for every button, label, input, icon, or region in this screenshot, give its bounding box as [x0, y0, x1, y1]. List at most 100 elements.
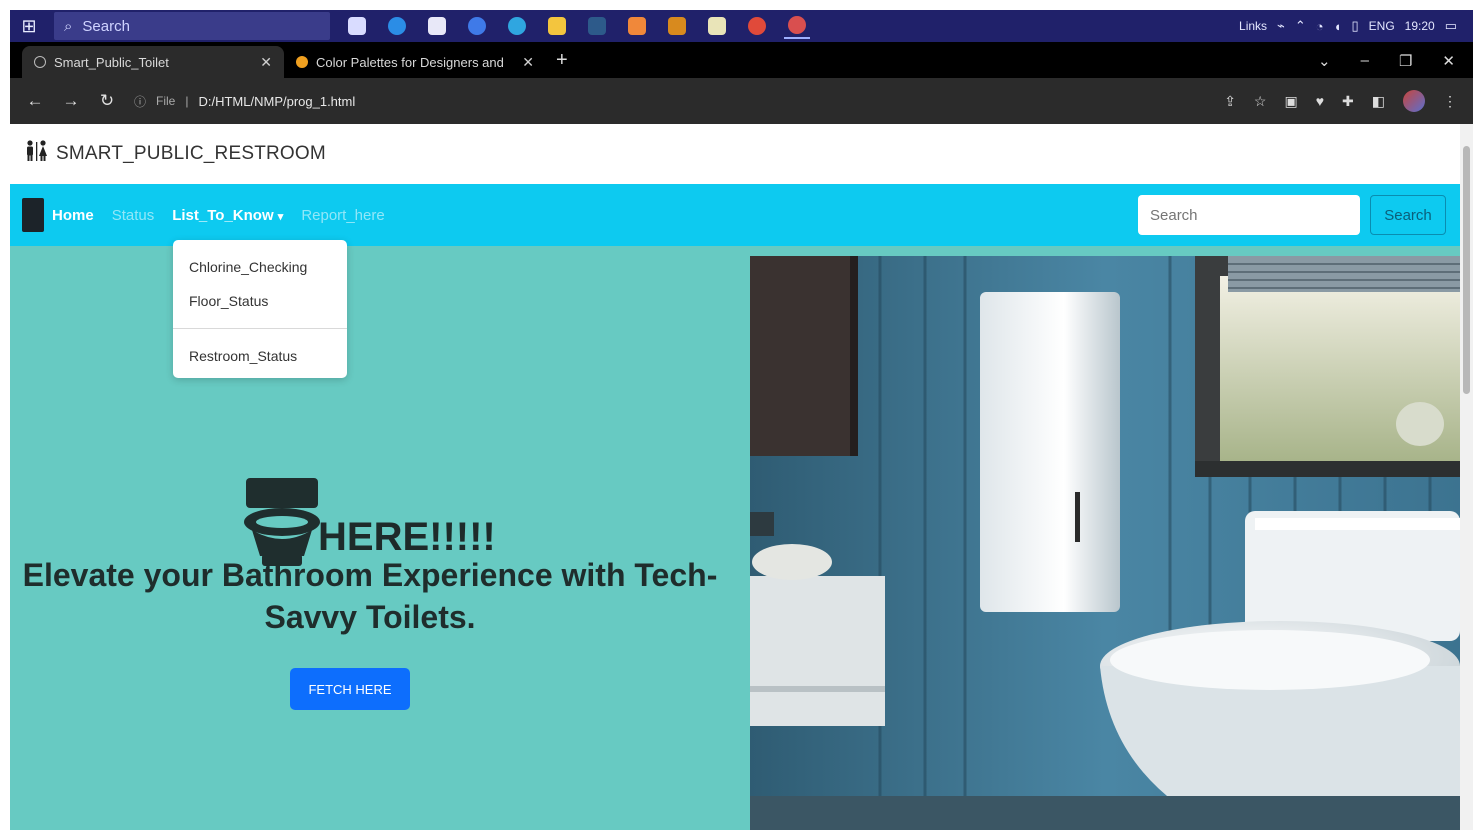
app-yellow-icon-glyph	[668, 17, 686, 35]
shield-icon[interactable]: ♥	[1316, 93, 1324, 109]
search-input[interactable]	[1138, 195, 1360, 235]
web-page: SMART_PUBLIC_RESTROOM Home Status List_T…	[10, 124, 1460, 830]
scrollbar-thumb[interactable]	[1463, 146, 1470, 394]
hero-tagline: Elevate your Bathroom Experience with Te…	[22, 557, 718, 635]
tab-color-palettes[interactable]: Color Palettes for Designers and ✕	[284, 46, 546, 78]
notepad-icon-glyph	[708, 17, 726, 35]
nav-search-form: Search	[1138, 195, 1460, 235]
system-tray: Links ⌁ ⌃ ◔ ◖ ▯ ENG 19:20 ▭	[1239, 18, 1473, 34]
notepad-icon[interactable]	[704, 13, 730, 39]
taskbar-search[interactable]: ⌕ Search	[54, 12, 330, 40]
search-icon: ⌕	[64, 17, 73, 35]
page-scrollbar[interactable]	[1460, 124, 1473, 830]
app-blue-icon-glyph	[468, 17, 486, 35]
battery-icon[interactable]: ▯	[1352, 18, 1359, 34]
minimize-icon[interactable]: –	[1361, 52, 1369, 70]
edge-icon-glyph	[388, 17, 406, 35]
restroom-icon	[24, 140, 50, 168]
app-orange-icon-glyph	[628, 17, 646, 35]
window-controls: ⌄ – ❐ ✕	[1318, 52, 1473, 78]
browser-toolbar-right: ⇪ ☆ ▣ ♥ ✚ ◧ ⋮	[1224, 90, 1473, 112]
app-teal-icon[interactable]	[504, 13, 530, 39]
reload-icon[interactable]: ↻	[98, 91, 116, 111]
app-blue-icon[interactable]	[464, 13, 490, 39]
address-bar: ← → ↻ ⓘ File | D:/HTML/NMP/prog_1.html ⇪…	[10, 78, 1473, 124]
notification-icon[interactable]: ▭	[1445, 18, 1457, 34]
store-icon[interactable]	[424, 13, 450, 39]
nav-status[interactable]: Status	[112, 207, 155, 224]
extension-icon[interactable]: ▣	[1284, 93, 1297, 110]
windows-start-icon[interactable]: ⊞	[10, 10, 48, 42]
dropdown-item-chlorine[interactable]: Chlorine_Checking	[173, 250, 347, 284]
share-icon[interactable]: ⇪	[1224, 93, 1236, 110]
screen: ⊞ ⌕ Search Links ⌁ ⌃ ◔ ◖ ▯ ENG 19:20 ▭ S…	[0, 0, 1473, 830]
terminal-icon[interactable]	[584, 13, 610, 39]
dropdown-divider	[173, 328, 347, 329]
palette-icon	[296, 56, 308, 68]
brand-title[interactable]: SMART_PUBLIC_RESTROOM	[56, 143, 326, 165]
tray-clock[interactable]: 19:20	[1405, 19, 1435, 33]
tab-label: Smart_Public_Toilet	[54, 54, 169, 70]
profile-avatar[interactable]	[1403, 90, 1425, 112]
app-yellow-icon[interactable]	[664, 13, 690, 39]
taskbar-apps	[344, 13, 810, 39]
url-prefix: File	[156, 94, 176, 108]
dropdown-item-restroom[interactable]: Restroom_Status	[173, 339, 347, 373]
app-orange-icon[interactable]	[624, 13, 650, 39]
navbar: Home Status List_To_Know ▾ Report_here S…	[10, 184, 1460, 246]
speaker-icon[interactable]: ◖	[1334, 19, 1342, 34]
bathroom-photo	[750, 256, 1460, 830]
back-icon[interactable]: ←	[26, 91, 44, 111]
restore-icon[interactable]: ❐	[1399, 52, 1412, 70]
edge-icon[interactable]	[384, 13, 410, 39]
chrome-active-icon-glyph	[788, 16, 806, 34]
nav-list-label: List_To_Know	[172, 206, 274, 224]
chrome-icon[interactable]	[744, 13, 770, 39]
browser-tabstrip: Smart_Public_Toilet ✕ Color Palettes for…	[10, 42, 1473, 78]
puzzle-icon[interactable]: ✚	[1342, 93, 1354, 110]
app-teal-icon-glyph	[508, 17, 526, 35]
chevron-up-icon[interactable]: ⌃	[1295, 18, 1306, 34]
hero-left: HERE!!!!! Elevate your Bathroom Experien…	[10, 246, 750, 830]
close-icon[interactable]: ✕	[260, 54, 272, 71]
list-dropdown-menu: Chlorine_Checking Floor_Status Restroom_…	[173, 240, 347, 378]
search-button[interactable]: Search	[1370, 195, 1446, 235]
tray-links[interactable]: Links	[1239, 19, 1267, 33]
menu-kebab-icon[interactable]: ⋮	[1443, 93, 1457, 110]
url-separator: |	[185, 94, 189, 108]
task-view-icon-glyph	[348, 17, 366, 35]
tray-language[interactable]: ENG	[1369, 19, 1395, 33]
fetch-button[interactable]: FETCH HERE	[290, 668, 410, 710]
task-view-icon[interactable]	[344, 13, 370, 39]
brand-bar: SMART_PUBLIC_RESTROOM	[10, 124, 1460, 184]
wifi-icon[interactable]: ◔	[1316, 19, 1324, 34]
tab-label: Color Palettes for Designers and	[316, 54, 504, 70]
bookmark-star-icon[interactable]: ☆	[1254, 93, 1267, 110]
caret-down-icon: ▾	[277, 210, 284, 223]
tab-smart-public-toilet[interactable]: Smart_Public_Toilet ✕	[22, 46, 284, 78]
taskbar: ⊞ ⌕ Search Links ⌁ ⌃ ◔ ◖ ▯ ENG 19:20 ▭	[10, 10, 1473, 42]
taskbar-search-placeholder: Search	[82, 17, 130, 35]
chrome-icon-glyph	[748, 17, 766, 35]
file-explorer-icon-glyph	[548, 17, 566, 35]
nav-report[interactable]: Report_here	[301, 207, 384, 224]
globe-icon	[34, 56, 46, 68]
close-window-icon[interactable]: ✕	[1442, 52, 1455, 70]
network-icon[interactable]: ⌁	[1277, 18, 1285, 34]
new-tab-icon[interactable]: +	[556, 49, 568, 72]
url-text[interactable]: D:/HTML/NMP/prog_1.html	[198, 94, 355, 109]
nav-list-dropdown[interactable]: List_To_Know ▾	[172, 207, 283, 224]
info-icon[interactable]: ⓘ	[134, 93, 146, 110]
close-icon[interactable]: ✕	[522, 54, 534, 71]
forward-icon[interactable]: →	[62, 91, 80, 111]
dropdown-item-floor[interactable]: Floor_Status	[173, 284, 347, 318]
sidepanel-icon[interactable]: ◧	[1372, 93, 1385, 110]
store-icon-glyph	[428, 17, 446, 35]
omnibox[interactable]: ⓘ File | D:/HTML/NMP/prog_1.html	[134, 86, 355, 116]
nav-home[interactable]: Home	[52, 207, 94, 224]
chevron-down-icon[interactable]: ⌄	[1318, 52, 1331, 70]
terminal-icon-glyph	[588, 17, 606, 35]
chrome-active-icon[interactable]	[784, 13, 810, 39]
file-explorer-icon[interactable]	[544, 13, 570, 39]
nav-logo-icon[interactable]	[22, 198, 44, 232]
